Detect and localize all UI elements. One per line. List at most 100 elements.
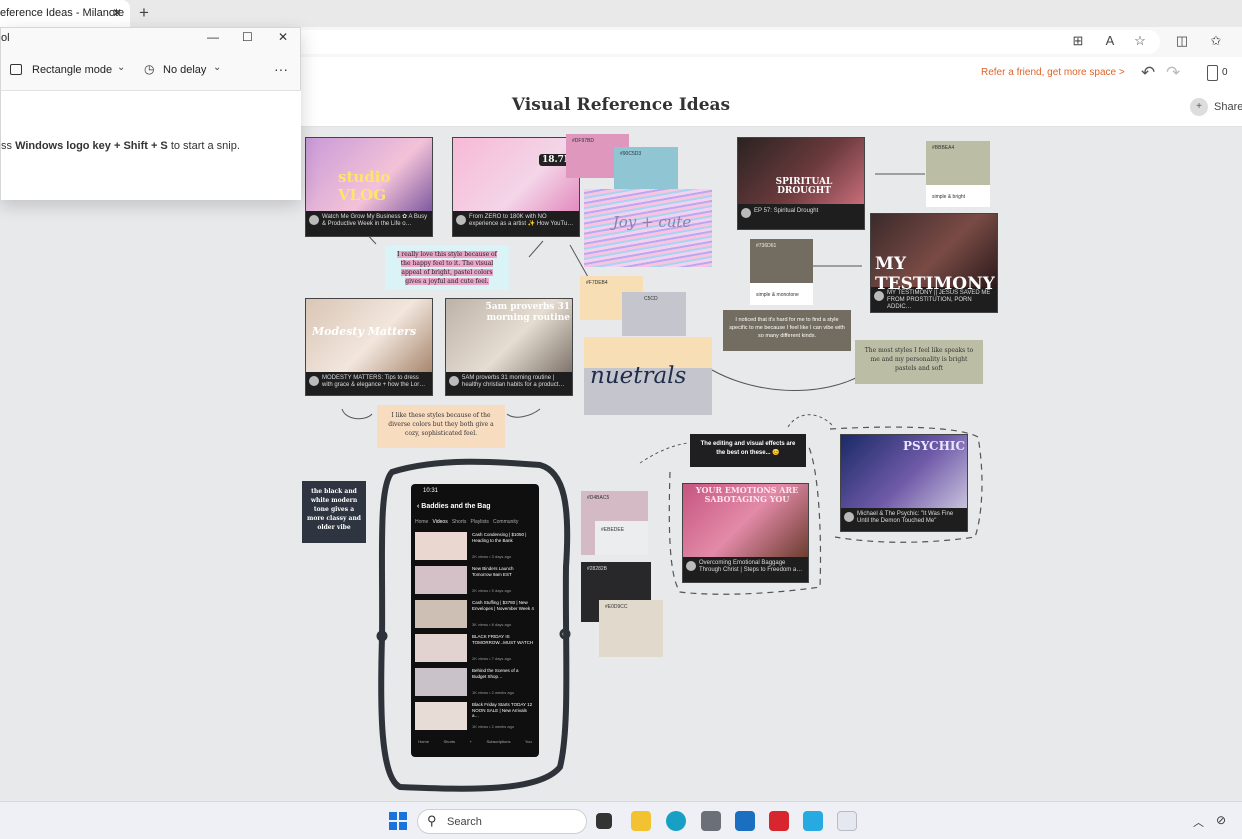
phone-video-row[interactable]: Cash Stuffing | $3780 | New Envelopes | … [415,598,537,632]
phone-tab-shorts[interactable]: Shorts [452,519,466,525]
browser-tab-strip: eference Ideas - Milanote ✕ + [0,0,1242,27]
mobile-device-icon[interactable] [1207,65,1218,81]
note-happy-feel[interactable]: I really love this style because of the … [385,245,509,290]
share-person-icon[interactable]: + [1190,98,1208,116]
minimize-button[interactable]: — [207,30,219,44]
color-swatch-ebedee[interactable]: #EBEDEE [595,521,648,555]
tab-close-icon[interactable]: ✕ [112,0,122,27]
phone-nav-create[interactable]: + [470,739,472,744]
scribble-text: Joy + cute [612,213,692,231]
start-icon[interactable] [389,812,407,830]
phone-nav-subscriptions[interactable]: Subscriptions [486,739,510,744]
video-thumbnail-zero-to-180k[interactable]: 18.7M From ZERO to 180K with NO experien… [452,137,580,237]
color-swatch-c5c5cd[interactable]: C5CD [622,292,686,336]
task-view-icon[interactable] [596,813,612,829]
red-app-icon[interactable] [769,811,789,831]
video-thumbnail-studio-vlog[interactable]: studio VLOG Watch Me Grow My Business ✿ … [305,137,433,237]
maximize-button[interactable]: ☐ [242,30,253,44]
note-hard-to-find[interactable]: I noticed that it's hard for me to find … [723,310,851,351]
app-available-icon[interactable]: ⊞ [1070,33,1086,49]
chevron-down-icon[interactable]: ⌄ [117,62,125,73]
calculator-icon[interactable] [701,811,721,831]
split-screen-icon[interactable]: ◫ [1174,33,1190,49]
phone-video-row[interactable]: BLACK FRIDAY IS TOMORROW...MUST WATCH 2K … [415,632,537,666]
browser-tab-milanote[interactable]: eference Ideas - Milanote ✕ [0,0,130,27]
thumbnail-overlay-text: YOUR EMOTIONS ARE SABOTAGING YOU [695,485,799,504]
phone-video-thumbnail [415,566,467,594]
thumbnail-overlay-text: studio VLOG [338,168,391,204]
phone-screenshot[interactable]: 10:31 ‹ Baddies and the Bag Home Videos … [411,484,539,757]
phone-tab-community[interactable]: Community [493,519,518,525]
color-swatch-90c5d3[interactable]: #90C5D3 [614,147,678,191]
phone-tab-videos[interactable]: Videos [433,519,448,525]
phone-video-title: Behind the Scenes of a Budget Shop… [472,668,519,679]
outlook-icon[interactable] [735,811,755,831]
phone-video-meta: 1K views • 2 weeks ago [472,690,515,695]
video-title: Watch Me Grow My Business ✿ A Busy & Pro… [322,214,428,227]
url-field[interactable] [290,30,1160,54]
phone-video-row[interactable]: New Binders Launch Tomorrow 9am EST 2K vi… [415,564,537,598]
color-swatch-bbbea4: #BBBEA4 [926,141,990,185]
snipping-tool-icon[interactable] [837,811,857,831]
phone-video-meta: 1K views • 2 weeks ago [472,724,515,729]
color-swatch-card-bbbea4[interactable]: #BBBEA4 simple & bright [926,141,990,207]
undo-icon[interactable]: ↶ [1141,63,1155,83]
phone-tab-playlists[interactable]: Playlists [471,519,489,525]
scribble-image[interactable]: Joy + cute [584,189,712,267]
phone-video-row[interactable]: Behind the Scenes of a Budget Shop… 1K vi… [415,666,537,700]
snip-delay-dropdown[interactable]: No delay [163,64,206,76]
channel-avatar [456,215,466,225]
phone-video-meta: 2K views • 7 days ago [472,656,512,661]
swatch-caption: simple & bright [932,194,966,200]
file-explorer-icon[interactable] [631,811,651,831]
video-thumbnail-emotions[interactable]: YOUR EMOTIONS ARE SABOTAGING YOU Overcom… [682,483,809,583]
favorites-bar-icon[interactable]: ✩ [1208,33,1224,49]
close-button[interactable]: ✕ [278,30,288,44]
note-editing-effects[interactable]: The editing and visual effects are the b… [690,434,806,467]
favorite-star-icon[interactable]: ☆ [1132,33,1148,49]
note-black-white[interactable]: the black and white modern tone gives a … [302,481,366,543]
snipping-tool-window[interactable]: ol — ☐ ✕ Rectangle mode ⌄ ◷ No delay ⌄ ·… [0,27,301,200]
snip-window-title: ol [1,32,10,44]
messaging-app-icon[interactable] [803,811,823,831]
share-button[interactable]: Share [1214,101,1242,113]
board-canvas[interactable]: studio VLOG Watch Me Grow My Business ✿ … [0,127,1242,801]
note-diverse-colors[interactable]: I like these styles because of the diver… [377,405,505,448]
phone-nav-you[interactable]: You [525,739,532,744]
swatch-caption: simple & monotone [756,292,799,298]
phone-nav-home[interactable]: Home [418,739,429,744]
phone-nav-shorts[interactable]: Shorts [443,739,455,744]
phone-video-list: Cash Condensing | $1050 | Heading to the… [415,530,537,734]
new-tab-icon[interactable]: + [139,3,149,23]
video-thumbnail-modesty-matters[interactable]: Modesty Matters MODESTY MATTERS: Tips to… [305,298,433,396]
device-count: 0 [1222,67,1228,78]
thumbnail-overlay-text: Modesty Matters [312,325,417,338]
chevron-up-icon[interactable]: ︿ [1193,814,1204,830]
video-thumbnail-spiritual-drought[interactable]: SPIRITUAL DROUGHT EP 57: Spiritual Droug… [737,137,865,230]
video-thumbnail-morning-routine[interactable]: 5am proverbs 31 morning routine 5AM prov… [445,298,573,396]
taskbar-search[interactable]: ⚲ Search [417,809,587,834]
read-aloud-icon[interactable]: A [1102,33,1118,48]
chevron-down-icon[interactable]: ⌄ [213,62,221,73]
video-thumbnail-my-testimony[interactable]: MY TESTIMONY MY TESTIMONY || JESUS SAVED… [870,213,998,313]
thumbnail-overlay-text: MY TESTIMONY [875,254,995,294]
edge-browser-icon[interactable] [666,811,686,831]
phone-video-thumbnail [415,532,467,560]
snip-mode-dropdown[interactable]: Rectangle mode [32,64,112,76]
redo-icon[interactable]: ↷ [1166,63,1180,83]
thumbnail-overlay-text: SPIRITUAL DROUGHT [775,177,833,196]
color-swatch-e0d9cc[interactable]: #E0D9CC [599,600,663,657]
video-title: MODESTY MATTERS: Tips to dress with grac… [322,375,426,388]
refer-friend-link[interactable]: Refer a friend, get more space > [981,67,1125,78]
phone-tab-home[interactable]: Home [415,519,428,525]
neutrals-handwriting-image[interactable]: nuetrals [584,337,712,415]
channel-avatar [686,561,696,571]
more-options-button[interactable]: ··· [274,61,288,77]
color-swatch-d4bac5[interactable]: #D4BAC5 [581,491,648,521]
phone-video-row[interactable]: Cash Condensing | $1050 | Heading to the… [415,530,537,564]
phone-video-row[interactable]: Black Friday Starts TODAY 12 NOON SALE |… [415,700,537,734]
video-thumbnail-psychic[interactable]: PSYCHIC Michael & The Psychic: "It Was F… [840,434,968,532]
color-swatch-card-736d61[interactable]: #736D61 simple & monotone [750,239,813,305]
network-off-icon[interactable]: ⊘ [1216,813,1226,827]
note-bright-pastels[interactable]: The most styles I feel like speaks to me… [855,340,983,384]
